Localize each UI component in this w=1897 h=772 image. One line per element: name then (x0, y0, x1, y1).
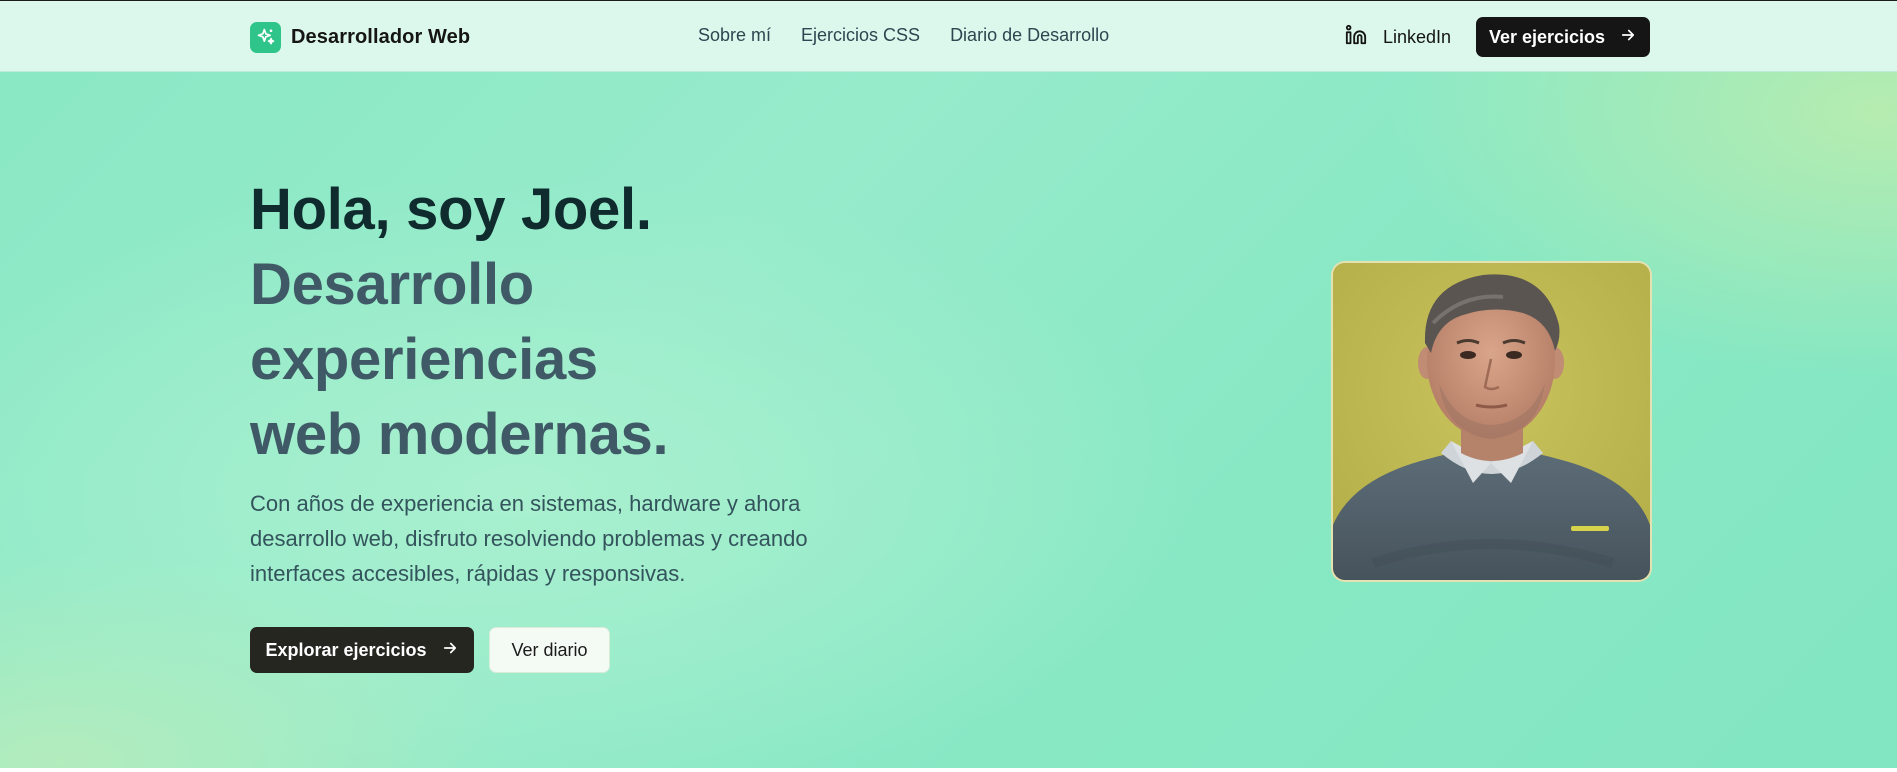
linkedin-label: LinkedIn (1383, 27, 1452, 47)
ver-diario-button[interactable]: Ver diario (489, 627, 610, 673)
hero-intro-line-1: Con años de experiencia en sistemas, har… (250, 491, 801, 516)
arrow-right-icon (441, 639, 459, 662)
explorar-ejercicios-label: Explorar ejercicios (265, 639, 427, 660)
arrow-right-icon (1619, 26, 1637, 49)
sparkles-icon (250, 21, 281, 53)
brand-link[interactable]: Desarrollador Web (250, 21, 470, 53)
site-header: Desarrollador Web Sobre mí Ejercicios CS… (0, 0, 1897, 72)
hero-intro-line-3: interfaces accesibles, rápidas y respons… (250, 561, 686, 586)
explorar-ejercicios-button[interactable]: Explorar ejercicios (250, 627, 474, 673)
ver-ejercicios-label: Ver ejercicios (1488, 26, 1606, 47)
hero-title-line-3: experiencias (250, 327, 598, 392)
hero-title-line-4: web modernas. (250, 402, 669, 467)
linkedin-link[interactable]: LinkedIn (1345, 24, 1451, 51)
hero-section: Hola, soy Joel. Desarrollo experiencias … (0, 72, 1897, 772)
nav-link-ejercicios-css[interactable]: Ejercicios CSS (801, 25, 920, 46)
main-nav: Sobre mí Ejercicios CSS Diario de Desarr… (698, 25, 1109, 46)
linkedin-icon (1345, 24, 1367, 51)
page-bottom-border (0, 768, 1897, 772)
hero-intro-line-2: desarrollo web, disfruto resolviendo pro… (250, 526, 808, 551)
nav-link-diario[interactable]: Diario de Desarrollo (950, 25, 1109, 46)
hero-title-greeting: Hola, soy Joel. (250, 177, 652, 242)
hero-title: Hola, soy Joel. Desarrollo experiencias … (250, 172, 950, 472)
ver-diario-label: Ver diario (511, 639, 588, 660)
profile-photo (1331, 261, 1652, 582)
hero-title-line-2: Desarrollo (250, 252, 534, 317)
ver-ejercicios-button[interactable]: Ver ejercicios (1476, 17, 1650, 57)
portrait-illustration (1333, 263, 1650, 580)
brand-name: Desarrollador Web (291, 25, 471, 48)
nav-link-sobre-mi[interactable]: Sobre mí (698, 25, 771, 46)
hero-intro: Con años de experiencia en sistemas, har… (250, 486, 870, 591)
